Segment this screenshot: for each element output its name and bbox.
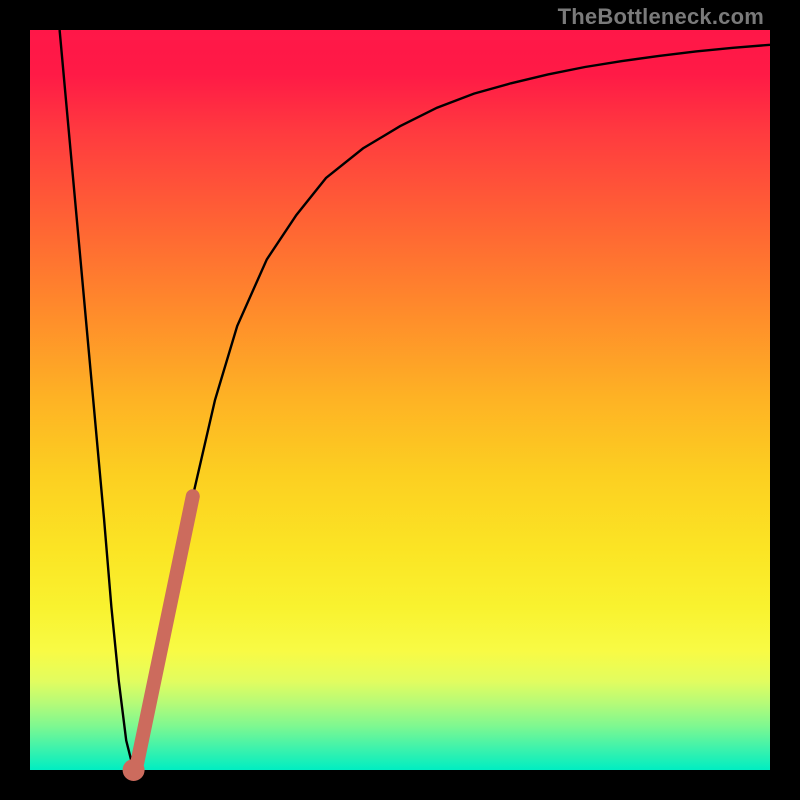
chart-frame: TheBottleneck.com bbox=[0, 0, 800, 800]
watermark-text: TheBottleneck.com bbox=[558, 4, 764, 30]
accent-segment bbox=[137, 496, 193, 762]
bottleneck-curve bbox=[60, 30, 770, 770]
chart-svg bbox=[30, 30, 770, 770]
plot-area bbox=[30, 30, 770, 770]
minimum-point-marker bbox=[123, 759, 145, 781]
